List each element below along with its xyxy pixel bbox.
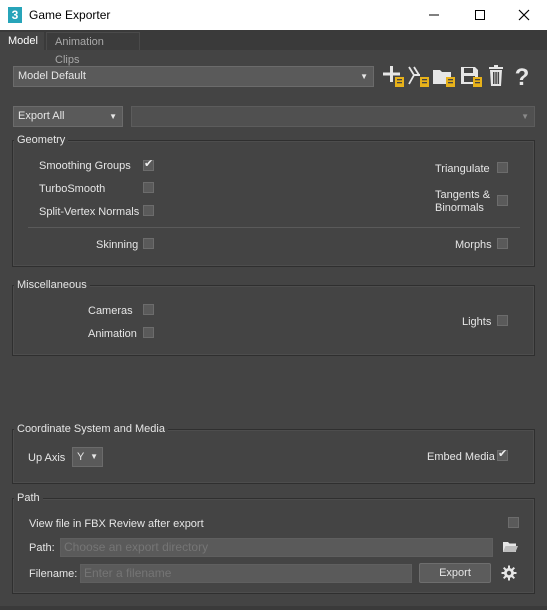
window-bottom-edge: [0, 606, 547, 610]
animation-label: Animation: [88, 328, 137, 340]
up-axis-value: Y: [77, 451, 85, 463]
preset-dropdown[interactable]: Model Default ▼: [13, 66, 374, 87]
turbosmooth-label: TurboSmooth: [39, 183, 106, 195]
split-vertex-normals-label: Split-Vertex Normals: [39, 206, 140, 218]
open-preset-button[interactable]: [432, 64, 456, 88]
minimize-button[interactable]: [411, 0, 457, 30]
delete-preset-button[interactable]: [485, 64, 509, 88]
export-settings-button[interactable]: [501, 565, 517, 581]
chevron-down-icon: ▼: [90, 452, 98, 461]
lights-label: Lights: [462, 316, 492, 328]
tab-model[interactable]: Model: [0, 32, 44, 50]
browse-directory-button[interactable]: [502, 539, 518, 555]
chevron-down-icon: ▼: [521, 112, 529, 121]
help-icon: ?: [515, 64, 530, 88]
path-group-title: Path: [14, 492, 43, 505]
miscellaneous-group: [12, 285, 535, 356]
path-label: Path:: [29, 542, 55, 554]
coordinate-media-group-title: Coordinate System and Media: [14, 423, 168, 436]
skinning-checkbox[interactable]: [143, 238, 154, 249]
checkmark-icon: ✔: [144, 158, 154, 170]
maximize-icon: [475, 10, 485, 20]
filename-field[interactable]: [80, 564, 412, 583]
smoothing-groups-checkbox[interactable]: ✔: [143, 158, 154, 171]
close-icon: [518, 9, 530, 21]
cameras-label: Cameras: [88, 305, 133, 317]
view-fbx-review-label: View file in FBX Review after export: [29, 518, 204, 530]
export-button[interactable]: Export: [419, 563, 491, 583]
add-preset-icon: [383, 66, 404, 87]
close-button[interactable]: [501, 0, 547, 30]
animation-checkbox[interactable]: [143, 327, 154, 338]
embed-media-checkbox[interactable]: ✔: [497, 448, 508, 461]
maximize-button[interactable]: [457, 0, 503, 30]
morphs-checkbox[interactable]: [497, 238, 508, 249]
cameras-checkbox[interactable]: [143, 304, 154, 315]
triangulate-checkbox[interactable]: [497, 162, 508, 173]
export-mode-value: Export All: [18, 110, 65, 122]
gear-icon: [501, 565, 517, 581]
window-title: Game Exporter: [29, 8, 111, 22]
save-icon: [461, 67, 482, 87]
morphs-label: Morphs: [455, 239, 492, 251]
triangulate-label: Triangulate: [435, 163, 490, 175]
split-vertex-normals-checkbox[interactable]: [143, 205, 154, 216]
3ds-max-app-icon: 3: [8, 7, 22, 23]
view-fbx-review-checkbox[interactable]: [508, 517, 519, 528]
skinning-label: Skinning: [96, 239, 139, 251]
tab-strip: Model Animation Clips: [0, 30, 547, 66]
add-clip-preset-icon: [408, 66, 429, 87]
add-clip-preset-button[interactable]: [406, 64, 430, 88]
open-folder-icon: [433, 70, 455, 87]
chevron-down-icon: ▼: [360, 72, 368, 81]
title-bar: 3 Game Exporter: [0, 0, 547, 30]
delete-icon: [489, 65, 503, 86]
turbosmooth-checkbox[interactable]: [143, 182, 154, 193]
filename-input[interactable]: [84, 565, 404, 582]
tangents-binormals-checkbox[interactable]: [497, 195, 508, 206]
checkmark-icon: ✔: [498, 448, 508, 460]
svg-text:?: ?: [515, 64, 530, 88]
smoothing-groups-label: Smoothing Groups: [39, 160, 131, 172]
tangents-binormals-label-line2: Binormals: [435, 202, 484, 214]
lights-checkbox[interactable]: [497, 315, 508, 326]
geometry-divider: [28, 227, 520, 228]
tangents-binormals-label-line1: Tangents &: [435, 189, 491, 201]
preset-dropdown-value: Model Default: [18, 70, 86, 82]
export-selection-dropdown[interactable]: ▼: [131, 106, 535, 127]
up-axis-dropdown[interactable]: Y ▼: [72, 447, 103, 467]
open-folder-icon: [503, 542, 518, 552]
help-button[interactable]: ?: [510, 64, 534, 88]
path-input[interactable]: [64, 539, 484, 556]
tab-animation-clips[interactable]: Animation Clips: [46, 32, 140, 66]
add-preset-button[interactable]: [381, 64, 405, 88]
geometry-group-title: Geometry: [14, 134, 69, 147]
export-mode-dropdown[interactable]: Export All ▼: [13, 106, 123, 127]
filename-label: Filename:: [29, 568, 78, 580]
path-field[interactable]: [60, 538, 493, 557]
save-preset-button[interactable]: [459, 64, 483, 88]
up-axis-label: Up Axis: [28, 452, 66, 464]
embed-media-label: Embed Media: [427, 451, 495, 463]
miscellaneous-group-title: Miscellaneous: [14, 279, 90, 292]
chevron-down-icon: ▼: [109, 112, 117, 121]
minimize-icon: [429, 14, 439, 16]
